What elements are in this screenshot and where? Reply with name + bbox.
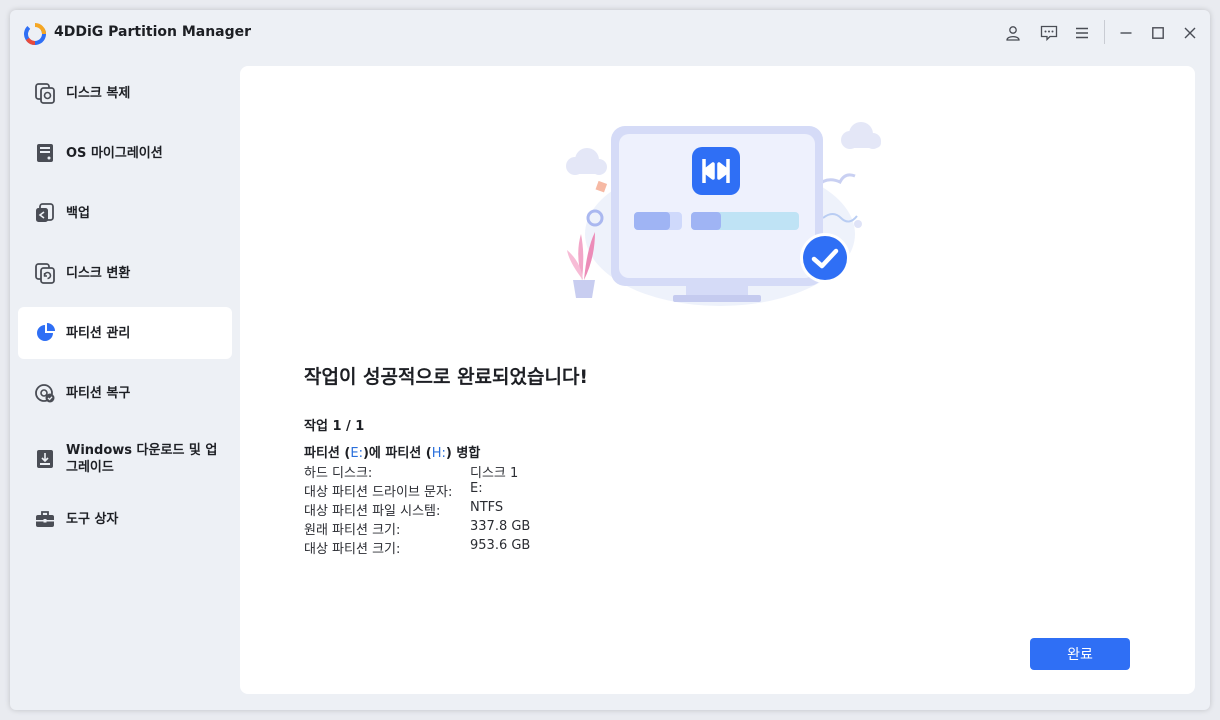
- sidebar-item-os-migration[interactable]: OS 마이그레이션: [18, 127, 232, 179]
- partition-pie-icon: [37, 323, 55, 341]
- detail-value: E:: [470, 481, 483, 496]
- sidebar-item-label: 디스크 변환: [66, 265, 131, 281]
- sidebar-item-label: OS 마이그레이션: [66, 145, 163, 161]
- toolbox-icon: [36, 511, 54, 527]
- user-icon[interactable]: [1002, 22, 1024, 44]
- operation-suffix: ) 병합: [445, 446, 481, 461]
- operation-middle: )에 파티션 (: [362, 446, 432, 461]
- feedback-icon[interactable]: [1038, 22, 1060, 44]
- backup-icon: [36, 203, 54, 222]
- sidebar-item-label: 파티션 관리: [66, 325, 131, 341]
- sidebar-item-label: 도구 상자: [66, 511, 119, 527]
- sidebar-item-disk-clone[interactable]: 디스크 복제: [18, 67, 232, 119]
- detail-key: 원래 파티션 크기:: [304, 523, 401, 538]
- success-heading: 작업이 성공적으로 완료되었습니다!: [304, 366, 589, 388]
- sidebar-item-toolbox[interactable]: 도구 상자: [18, 493, 232, 545]
- disk-convert-icon: [35, 263, 55, 284]
- sidebar-item-label: 백업: [66, 205, 90, 221]
- os-migration-icon: [37, 144, 53, 162]
- titlebar-divider: [1104, 20, 1105, 44]
- app-title: 4DDiG Partition Manager: [54, 24, 252, 40]
- partition-recovery-icon: [35, 384, 55, 403]
- detail-value: 337.8 GB: [470, 519, 531, 534]
- detail-key: 하드 디스크:: [304, 466, 373, 481]
- operation-prefix: 파티션 (: [304, 446, 351, 461]
- app-window: 4DDiG Partition Manager 디스크 복제 OS 마이그레이션…: [10, 10, 1210, 710]
- title-bar: 4DDiG Partition Manager: [10, 10, 1210, 56]
- main-panel: 작업이 성공적으로 완료되었습니다! 작업 1 / 1 파티션 (E:)에 파티…: [240, 66, 1195, 694]
- sidebar-item-label: 디스크 복제: [66, 85, 131, 101]
- sidebar-item-label: 파티션 복구: [66, 385, 131, 401]
- sidebar-item-partition-recovery[interactable]: 파티션 복구: [18, 367, 232, 419]
- sidebar-item-windows-download[interactable]: Windows 다운로드 및 업그레이드: [18, 433, 232, 485]
- done-button[interactable]: 완료: [1030, 638, 1130, 670]
- detail-key: 대상 파티션 드라이브 문자:: [304, 485, 453, 500]
- task-count: 작업 1 / 1: [304, 419, 365, 434]
- success-illustration: [566, 122, 881, 306]
- app-logo-icon: [24, 23, 46, 45]
- sidebar-item-partition-management[interactable]: 파티션 관리: [18, 307, 232, 359]
- windows-download-icon: [37, 450, 53, 468]
- detail-value: 953.6 GB: [470, 538, 531, 553]
- target-drive-letter: H:: [431, 446, 446, 461]
- minimize-icon[interactable]: [1115, 22, 1137, 44]
- sidebar-item-backup[interactable]: 백업: [18, 187, 232, 239]
- detail-value: 디스크 1: [470, 466, 519, 481]
- detail-key: 대상 파티션 크기:: [304, 542, 401, 557]
- maximize-icon[interactable]: [1147, 22, 1169, 44]
- detail-value: NTFS: [470, 500, 504, 515]
- detail-key: 대상 파티션 파일 시스템:: [304, 504, 441, 519]
- operation-title: 파티션 (E:)에 파티션 (H:) 병합: [304, 442, 480, 461]
- sidebar-item-label: Windows 다운로드 및 업그레이드: [66, 443, 218, 475]
- disk-clone-icon: [35, 83, 55, 104]
- menu-icon[interactable]: [1071, 22, 1093, 44]
- sidebar-item-disk-convert[interactable]: 디스크 변환: [18, 247, 232, 299]
- source-drive-letter: E:: [350, 446, 363, 461]
- close-icon[interactable]: [1179, 22, 1201, 44]
